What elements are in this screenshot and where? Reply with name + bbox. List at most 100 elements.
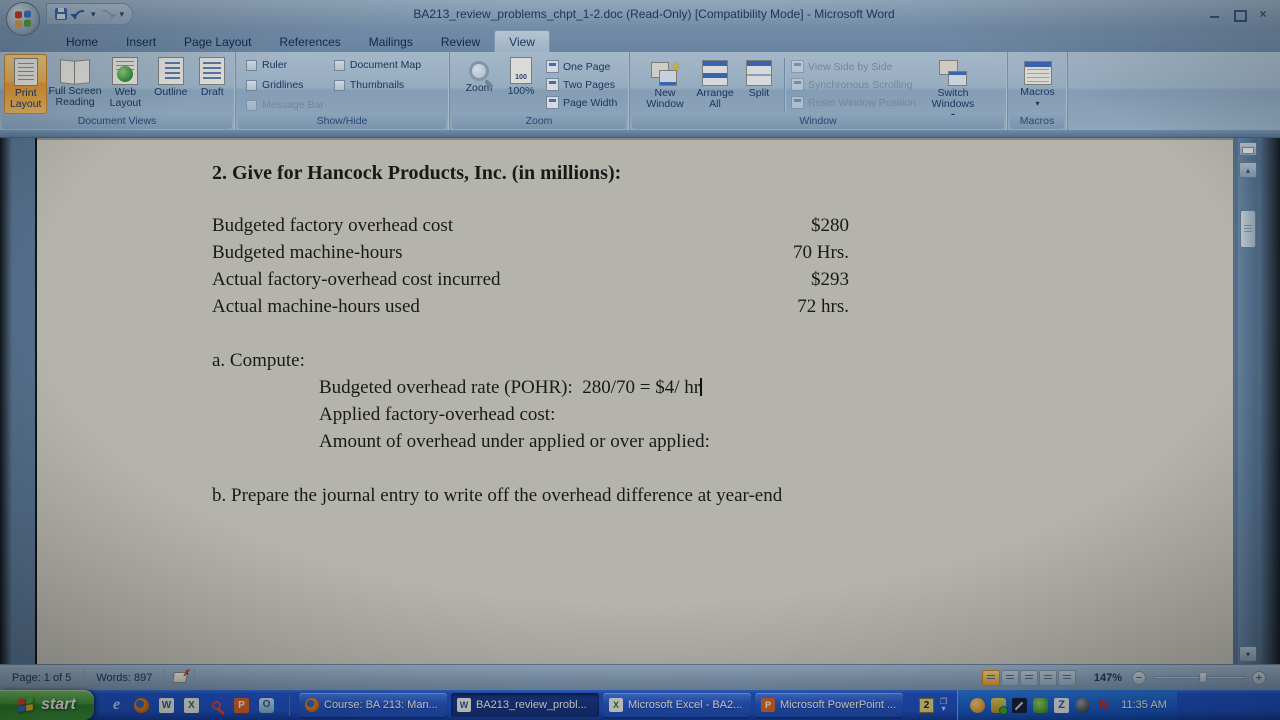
proofing-error-icon [172, 672, 188, 683]
n-icon[interactable]: N [1096, 698, 1111, 713]
zoom-in-button[interactable]: + [1252, 671, 1266, 685]
outline-icon [158, 57, 184, 85]
split-button[interactable]: Split [740, 54, 778, 114]
customize-qat-icon[interactable]: ▾ [120, 9, 125, 20]
web-layout-view-icon[interactable] [1020, 670, 1038, 686]
group-show-hide: Ruler Gridlines Message Bar Document Map [236, 52, 450, 130]
key-icon[interactable] [212, 701, 221, 710]
zoom-button[interactable]: Zoom [458, 54, 500, 114]
arrange-all-button[interactable]: Arrange All [690, 54, 740, 114]
text-cursor [700, 378, 702, 396]
close-button[interactable]: × [1256, 8, 1270, 20]
reset-window-position-button: Reset Window Position [791, 95, 916, 110]
msn-icon[interactable]: O [259, 698, 274, 713]
office-button[interactable] [6, 2, 40, 36]
redo-icon[interactable] [103, 10, 113, 19]
tab-insert[interactable]: Insert [112, 31, 170, 52]
page-width-button[interactable]: Page Width [546, 95, 617, 110]
view-ruler-toggle-icon[interactable] [1239, 142, 1257, 156]
undo-dropdown-icon[interactable]: ▾ [91, 9, 96, 20]
vertical-scrollbar[interactable]: ▴ ▾ [1238, 138, 1258, 664]
task-powerpoint[interactable]: P Microsoft PowerPoint ... [755, 693, 903, 717]
undo-icon[interactable] [74, 10, 84, 19]
task-word-document[interactable]: W BA213_review_probl... [451, 693, 599, 717]
word-application-window: ▾ ▾ BA213_review_problems_chpt_1-2.doc (… [0, 0, 1280, 720]
draft-view-icon[interactable] [1058, 670, 1076, 686]
gridlines-checkbox[interactable]: Gridlines [246, 77, 324, 93]
macros-button[interactable]: Macros ▾ [1013, 54, 1063, 114]
minimize-button[interactable] [1208, 8, 1222, 20]
save-icon[interactable] [55, 8, 67, 20]
checkbox-icon [246, 60, 257, 71]
sphere-icon[interactable] [1075, 698, 1090, 713]
ie-icon[interactable]: e [108, 697, 125, 714]
notification-area: 2 ❐▾ [919, 698, 947, 713]
window-controls: × [1208, 8, 1270, 20]
zoom-100-button[interactable]: 100% [500, 54, 542, 114]
reset-position-icon [791, 96, 804, 109]
outline-button[interactable]: Outline [148, 54, 193, 114]
two-pages-button[interactable]: Two Pages [546, 77, 617, 92]
full-screen-reading-button[interactable]: Full Screen Reading [47, 54, 102, 114]
zoom-slider[interactable] [1153, 676, 1245, 679]
word-count[interactable]: Words: 897 [84, 669, 165, 687]
checkbox-icon [246, 80, 257, 91]
new-window-button[interactable]: ★ New Window [640, 54, 690, 114]
print-layout-button[interactable]: Print Layout [4, 54, 47, 114]
print-layout-view-icon[interactable] [982, 670, 1000, 686]
thumbnails-checkbox[interactable]: Thumbnails [334, 77, 421, 93]
scroll-down-icon[interactable]: ▾ [1239, 646, 1257, 662]
message-bar-checkbox: Message Bar [246, 97, 324, 113]
tab-mailings[interactable]: Mailings [355, 31, 427, 52]
help-badge-icon[interactable]: 2 [919, 698, 934, 713]
green-icon[interactable] [1033, 698, 1048, 713]
task-firefox-course[interactable]: Course: BA 213: Man... [299, 693, 447, 717]
draft-button[interactable]: Draft [194, 54, 232, 114]
zoom-level[interactable]: 147% [1094, 672, 1122, 684]
group-window: ★ New Window Arrange All Split View Side… [630, 52, 1008, 130]
tab-view[interactable]: View [494, 30, 550, 52]
tab-home[interactable]: Home [52, 31, 112, 52]
full-screen-view-icon[interactable] [1001, 670, 1019, 686]
document-map-checkbox[interactable]: Document Map [334, 57, 421, 73]
quick-access-toolbar: ▾ ▾ [46, 3, 133, 25]
restore-button[interactable] [1232, 8, 1246, 20]
scrollbar-thumb[interactable] [1240, 210, 1256, 248]
firefox-icon[interactable] [134, 698, 149, 713]
web-layout-button[interactable]: Web Layout [103, 54, 148, 114]
zoom-slider-thumb[interactable] [1199, 672, 1207, 683]
proofing-status[interactable] [165, 669, 195, 687]
ruler-checkbox[interactable]: Ruler [246, 57, 324, 73]
magnifier-icon [469, 61, 489, 81]
switch-windows-icon [939, 60, 967, 86]
one-page-button[interactable]: One Page [546, 59, 617, 74]
firefox-icon [305, 698, 319, 712]
arrange-all-icon [702, 60, 728, 86]
switch-windows-button[interactable]: Switch Windows ▾ [924, 54, 982, 119]
shield-icon[interactable] [991, 698, 1006, 713]
start-button[interactable]: start [0, 690, 94, 720]
zoom-out-button[interactable]: − [1132, 671, 1146, 685]
language-bar-icon[interactable]: ❐▾ [940, 698, 947, 712]
scroll-up-icon[interactable]: ▴ [1239, 162, 1257, 178]
page-indicator[interactable]: Page: 1 of 5 [0, 669, 84, 687]
zoom-100-icon [510, 57, 532, 84]
document-area: 2. Give for Hancock Products, Inc. (in m… [0, 138, 1280, 664]
z-icon[interactable]: Z [1054, 698, 1069, 713]
tab-review[interactable]: Review [427, 31, 494, 52]
outline-view-icon[interactable] [1039, 670, 1057, 686]
clock[interactable]: 11:35 AM [1121, 699, 1167, 711]
wrench-icon[interactable] [1012, 698, 1027, 713]
side-by-side-icon [791, 60, 804, 73]
tab-page-layout[interactable]: Page Layout [170, 31, 265, 52]
taskbar-divider [288, 694, 290, 716]
powerpoint-icon[interactable]: P [234, 698, 249, 713]
excel-icon[interactable]: X [184, 698, 199, 713]
word-icon[interactable]: W [159, 698, 174, 713]
smiley-icon[interactable] [970, 698, 985, 713]
task-excel[interactable]: X Microsoft Excel - BA2... [603, 693, 751, 717]
windows-flag-icon [18, 696, 35, 713]
document-page[interactable]: 2. Give for Hancock Products, Inc. (in m… [35, 138, 1233, 664]
group-label-zoom: Zoom [452, 115, 626, 129]
tab-references[interactable]: References [265, 31, 354, 52]
